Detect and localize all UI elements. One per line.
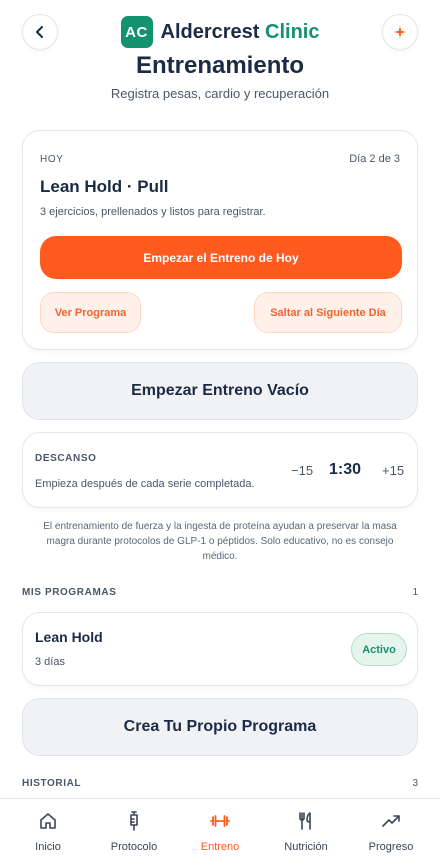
brand-name-main: Aldercrest	[160, 20, 260, 43]
syringe-icon	[124, 811, 144, 831]
my-programs-count: 1	[412, 587, 418, 598]
page-subtitle: Registra pesas, cardio y recuperación	[110, 86, 330, 101]
nav-label-nutricion: Nutrición	[284, 841, 328, 853]
rest-decrease-button[interactable]: −15	[291, 463, 313, 478]
rest-label: DESCANSO	[35, 453, 97, 464]
nav-item-progreso[interactable]: Progreso	[347, 799, 435, 868]
nav-item-protocolo[interactable]: Protocolo	[90, 799, 178, 868]
today-day-indicator: Día 2 de 3	[349, 153, 400, 165]
rest-time-value: 1:30	[329, 461, 362, 478]
rest-timer-card: DESCANSO Empieza después de cada serie c…	[22, 432, 418, 508]
rest-increase-button[interactable]: +15	[382, 463, 404, 478]
disclaimer-text: El entrenamiento de fuerza y la ingesta …	[43, 521, 397, 562]
ai-assistant-button[interactable]	[382, 14, 418, 50]
program-status-badge: Activo	[351, 633, 407, 666]
page-title: Entrenamiento	[135, 52, 305, 79]
start-today-workout-button[interactable]: Empezar el Entreno de Hoy	[40, 236, 402, 279]
bottom-nav: Inicio Protocolo Entreno Nutrición Progr…	[0, 798, 440, 868]
nav-label-inicio: Inicio	[35, 841, 61, 853]
nav-item-entreno[interactable]: Entreno	[176, 799, 264, 868]
history-count: 3	[412, 778, 418, 789]
program-name: Lean Hold	[35, 629, 103, 645]
today-workout-description: 3 ejercicios, prellenados y listos para …	[40, 206, 266, 218]
nav-label-protocolo: Protocolo	[110, 841, 158, 853]
brand: AC Aldercrest Clinic	[0, 16, 440, 48]
today-workout-title: Lean Hold · Pull	[40, 177, 169, 196]
history-label: HISTORIAL	[22, 778, 82, 789]
fork-knife-icon	[296, 811, 316, 831]
create-program-button[interactable]: Crea Tu Propio Programa	[22, 698, 418, 756]
today-label: HOY	[40, 154, 64, 165]
today-workout-card: HOY Día 2 de 3 Lean Hold · Pull 3 ejerci…	[22, 130, 418, 350]
nav-label-progreso: Progreso	[368, 841, 414, 853]
brand-logo: AC	[120, 16, 153, 48]
view-program-button[interactable]: Ver Programa	[40, 292, 141, 333]
nav-item-nutricion[interactable]: Nutrición	[262, 799, 350, 868]
nav-label-entreno: Entreno	[200, 841, 240, 853]
rest-description: Empieza después de cada serie completada…	[35, 478, 255, 490]
trending-up-icon	[381, 811, 401, 831]
my-programs-label: MIS PROGRAMAS	[22, 587, 117, 598]
brand-name: Aldercrest Clinic	[161, 21, 320, 44]
header: AC Aldercrest Clinic Entrenamiento Regis…	[0, 0, 440, 110]
start-empty-workout-button[interactable]: Empezar Entreno Vacío	[22, 362, 418, 420]
nav-item-inicio[interactable]: Inicio	[4, 799, 92, 868]
skip-to-next-day-button[interactable]: Saltar al Siguiente Día	[254, 292, 402, 333]
dumbbell-icon	[210, 811, 230, 831]
sparkle-icon	[394, 26, 406, 38]
program-days: 3 días	[35, 656, 65, 668]
home-icon	[38, 811, 58, 831]
brand-name-accent: Clinic	[265, 20, 320, 43]
program-card[interactable]: Lean Hold 3 días Activo	[22, 612, 418, 686]
